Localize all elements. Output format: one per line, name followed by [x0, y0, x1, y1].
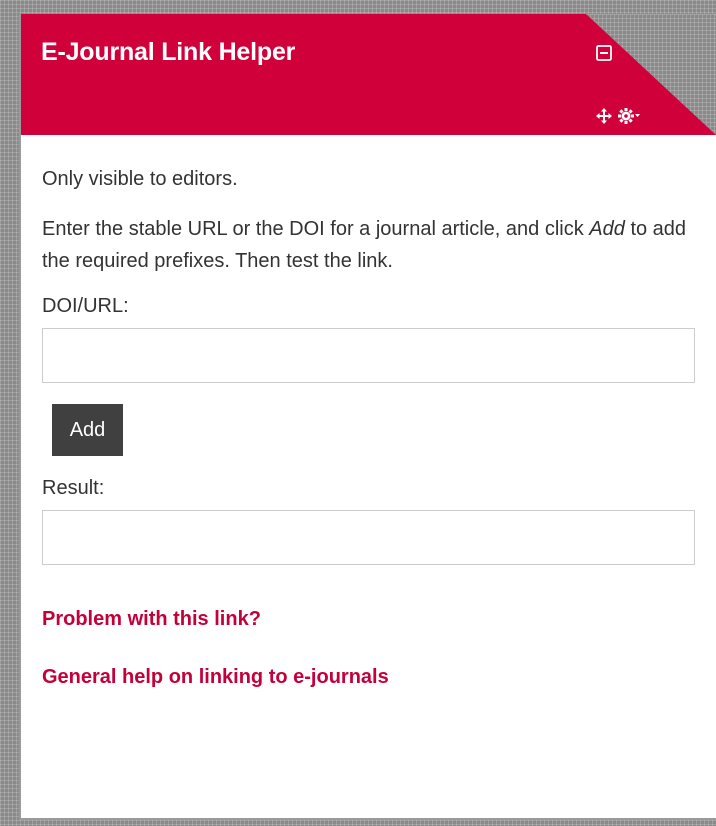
ejournal-link-helper-block: E-Journal Link Helper Only visible to ed…: [19, 14, 716, 820]
instructions-before: Enter the stable URL or the DOI for a jo…: [42, 218, 590, 240]
block-header: E-Journal Link Helper: [21, 14, 716, 135]
block-title: E-Journal Link Helper: [41, 38, 296, 66]
move-icon[interactable]: [596, 108, 612, 124]
doi-url-input[interactable]: [42, 328, 695, 383]
instructions-text: Enter the stable URL or the DOI for a jo…: [42, 213, 702, 277]
block-content: Only visible to editors. Enter the stabl…: [21, 168, 716, 689]
visibility-note: Only visible to editors.: [42, 168, 238, 190]
result-input[interactable]: [42, 510, 695, 565]
add-button[interactable]: Add: [52, 404, 123, 456]
instructions-emphasis: Add: [589, 218, 625, 240]
problem-link[interactable]: Problem with this link?: [42, 608, 694, 631]
doi-url-label: DOI/URL:: [42, 295, 129, 317]
result-label: Result:: [42, 477, 105, 499]
gear-icon[interactable]: [618, 107, 640, 125]
general-help-link[interactable]: General help on linking to e-journals: [42, 666, 694, 689]
collapse-icon[interactable]: [596, 45, 612, 61]
